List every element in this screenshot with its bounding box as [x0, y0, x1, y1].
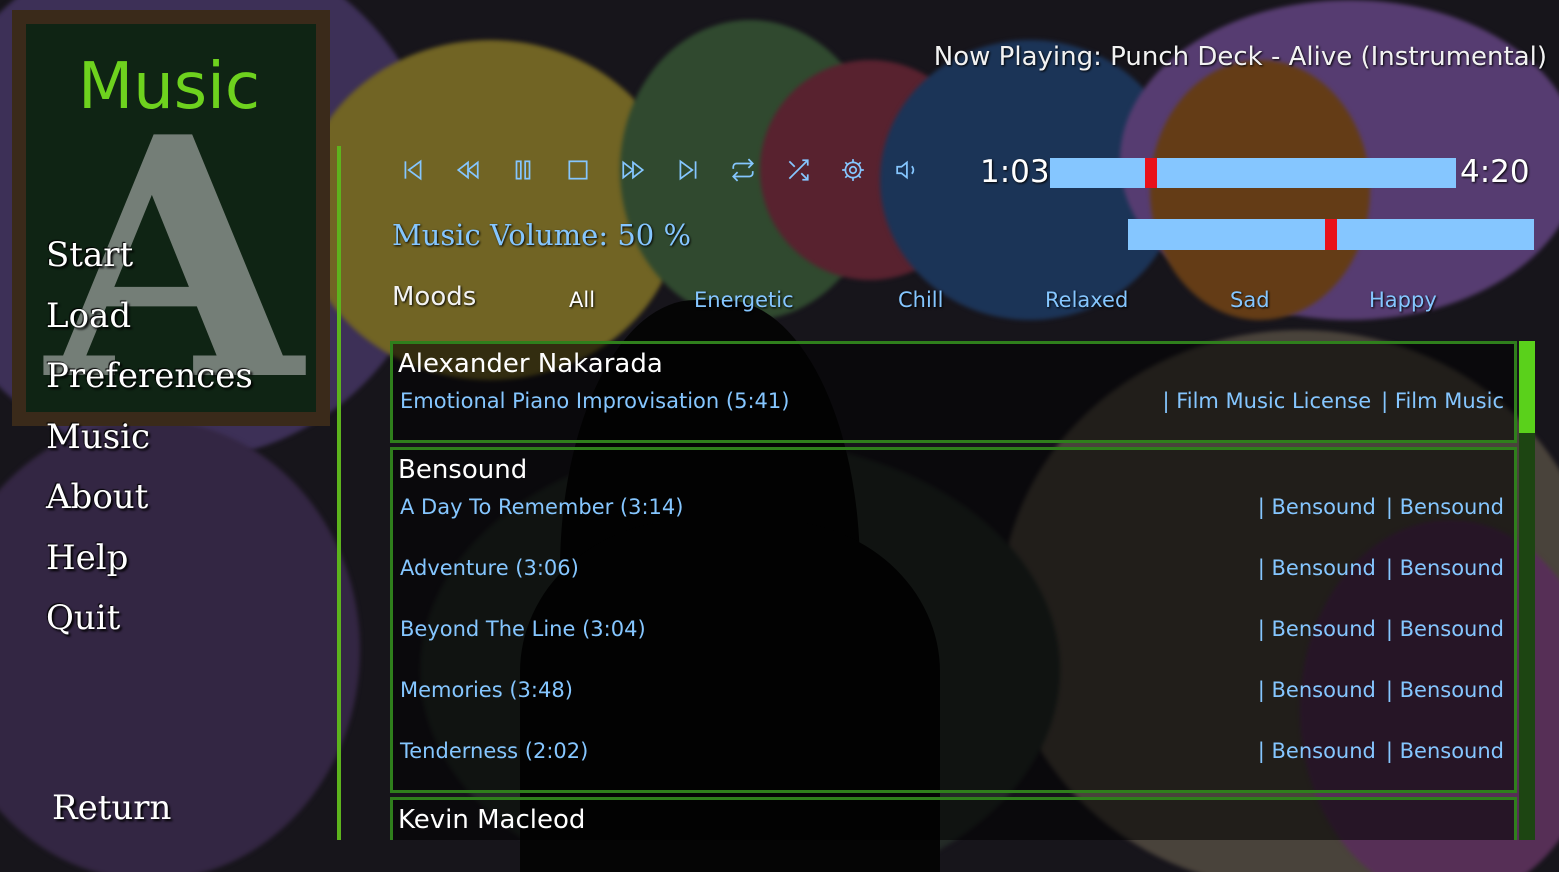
track-title[interactable]: Beyond The Line (3:04): [400, 617, 646, 641]
skip-forward-icon[interactable]: [660, 152, 715, 188]
license-link[interactable]: | Bensound: [1258, 556, 1376, 580]
source-link[interactable]: | Bensound: [1386, 678, 1504, 702]
rewind-icon[interactable]: [440, 152, 495, 188]
now-playing-label: Now Playing: Punch Deck - Alive (Instrum…: [933, 42, 1547, 72]
track-title[interactable]: Memories (3:48): [400, 678, 573, 702]
artist-group: Bensound A Day To Remember (3:14) | Bens…: [390, 447, 1517, 793]
skip-back-icon[interactable]: [385, 152, 440, 188]
repeat-icon[interactable]: [715, 152, 770, 188]
current-time: 1:03: [980, 154, 1050, 190]
menu-item-start[interactable]: Start: [46, 230, 253, 291]
track-row: Tenderness (2:02) | Bensound | Bensound: [400, 739, 1504, 769]
track-row: Adventure (3:06) | Bensound | Bensound: [400, 556, 1504, 586]
track-credits: | Film Music License | Film Music: [1152, 389, 1504, 413]
track-title[interactable]: Emotional Piano Improvisation (5:41): [400, 389, 789, 413]
track-credits: | Bensound | Bensound: [1248, 495, 1504, 519]
track-row: Beyond The Line (3:04) | Bensound | Benso…: [400, 617, 1504, 647]
screen-title: Music: [78, 50, 261, 124]
source-link[interactable]: | Bensound: [1386, 739, 1504, 763]
menu-item-load[interactable]: Load: [46, 291, 253, 352]
artist-name: Alexander Nakarada: [398, 349, 663, 379]
progress-thumb[interactable]: [1145, 158, 1157, 188]
menu-item-music[interactable]: Music: [46, 412, 253, 473]
mood-sad[interactable]: Sad: [1230, 288, 1270, 312]
return-button[interactable]: Return: [52, 788, 171, 828]
track-title[interactable]: Tenderness (2:02): [400, 739, 588, 763]
artist-name: Bensound: [398, 455, 528, 485]
fast-forward-icon[interactable]: [605, 152, 660, 188]
artist-name: Kevin Macleod: [398, 805, 586, 835]
license-link[interactable]: | Bensound: [1258, 739, 1376, 763]
music-volume-label: Music Volume: 50 %: [392, 218, 692, 252]
mood-all[interactable]: All: [569, 288, 595, 312]
volume-slider[interactable]: [1128, 219, 1534, 250]
menu-item-about[interactable]: About: [46, 472, 253, 533]
scrollbar-thumb[interactable]: [1519, 341, 1535, 433]
license-link[interactable]: | Bensound: [1258, 617, 1376, 641]
source-link[interactable]: | Bensound: [1386, 617, 1504, 641]
menu-item-help[interactable]: Help: [46, 533, 253, 594]
mood-energetic[interactable]: Energetic: [694, 288, 794, 312]
menu-item-preferences[interactable]: Preferences: [46, 351, 253, 412]
divider: [337, 146, 341, 840]
license-link[interactable]: | Bensound: [1258, 495, 1376, 519]
license-link[interactable]: | Film Music License: [1162, 389, 1371, 413]
main-menu: Start Load Preferences Music About Help …: [46, 230, 253, 654]
menu-item-quit[interactable]: Quit: [46, 593, 253, 654]
artist-group: Kevin Macleod: [390, 797, 1517, 840]
license-link[interactable]: | Bensound: [1258, 678, 1376, 702]
source-link[interactable]: | Film Music: [1381, 389, 1504, 413]
progress-bar[interactable]: [1050, 158, 1456, 188]
volume-thumb[interactable]: [1325, 219, 1337, 250]
mood-relaxed[interactable]: Relaxed: [1045, 288, 1128, 312]
list-scrollbar[interactable]: [1519, 341, 1535, 840]
track-credits: | Bensound | Bensound: [1248, 556, 1504, 580]
gear-icon[interactable]: [825, 152, 880, 188]
shuffle-icon[interactable]: [770, 152, 825, 188]
source-link[interactable]: | Bensound: [1386, 556, 1504, 580]
track-row: A Day To Remember (3:14) | Bensound | Ben…: [400, 495, 1504, 525]
track-title[interactable]: Adventure (3:06): [400, 556, 579, 580]
moods-label: Moods: [392, 282, 477, 312]
volume-icon[interactable]: [880, 152, 935, 188]
playback-controls: [385, 152, 935, 188]
source-link[interactable]: | Bensound: [1386, 495, 1504, 519]
artist-group: Alexander Nakarada Emotional Piano Impro…: [390, 341, 1517, 443]
track-credits: | Bensound | Bensound: [1248, 678, 1504, 702]
track-row: Memories (3:48) | Bensound | Bensound: [400, 678, 1504, 708]
pause-icon[interactable]: [495, 152, 550, 188]
track-title[interactable]: A Day To Remember (3:14): [400, 495, 683, 519]
track-credits: | Bensound | Bensound: [1248, 617, 1504, 641]
stop-icon[interactable]: [550, 152, 605, 188]
total-time: 4:20: [1460, 154, 1530, 190]
track-row: Emotional Piano Improvisation (5:41) | F…: [400, 389, 1504, 419]
track-list: Alexander Nakarada Emotional Piano Impro…: [390, 341, 1517, 840]
mood-chill[interactable]: Chill: [898, 288, 943, 312]
track-credits: | Bensound | Bensound: [1248, 739, 1504, 763]
mood-happy[interactable]: Happy: [1369, 288, 1437, 312]
